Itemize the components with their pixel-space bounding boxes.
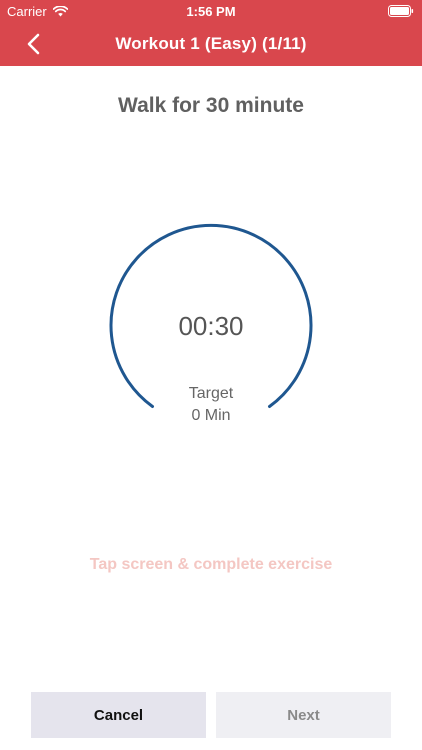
target-label: Target (188, 385, 234, 402)
back-button[interactable] (18, 29, 48, 59)
nav-title: Workout 1 (Easy) (1/11) (115, 34, 307, 53)
battery-icon (388, 5, 414, 17)
next-button[interactable]: Next (216, 692, 391, 738)
tap-screen-hint[interactable]: Tap screen & complete exercise (0, 556, 422, 574)
cancel-button[interactable]: Cancel (31, 692, 206, 738)
timer-value: 00:30 (178, 311, 244, 341)
nav-bar: Workout 1 (Easy) (1/11) (0, 22, 422, 66)
target-value: 0 Min (191, 407, 231, 424)
chevron-left-icon (27, 33, 40, 55)
exercise-title: Walk for 30 minute (118, 94, 304, 117)
status-bar: Carrier 1:56 PM (0, 0, 422, 22)
status-time: 1:56 PM (186, 4, 236, 19)
app-header: Carrier 1:56 PM Workout 1 (Easy) (1/11) (0, 0, 422, 66)
